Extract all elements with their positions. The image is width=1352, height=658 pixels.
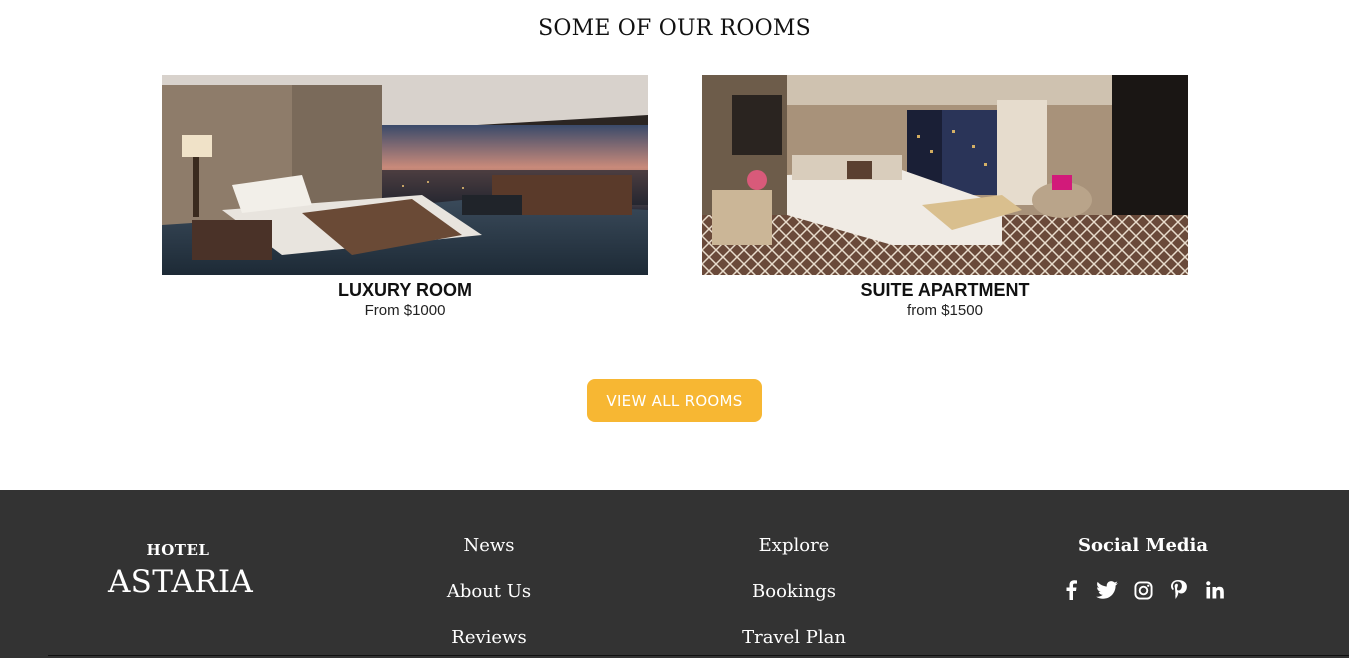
view-all-rooms-button[interactable]: VIEW ALL ROOMS — [587, 379, 762, 422]
social-icons — [1033, 579, 1253, 601]
brand-main-text: ASTARIA — [108, 564, 254, 600]
brand-top-text: HOTEL — [146, 541, 210, 559]
footer-link-news[interactable]: News — [379, 533, 599, 579]
footer-link-travel-plan[interactable]: Travel Plan — [684, 625, 904, 658]
room-card-luxury[interactable]: LUXURY ROOM From $1000 — [162, 75, 648, 321]
footer-link-reviews[interactable]: Reviews — [379, 625, 599, 658]
footer: HOTEL ASTARIA News About Us Reviews Expl… — [0, 490, 1349, 658]
room-price: From $1000 — [364, 302, 446, 319]
pinterest-icon[interactable] — [1168, 579, 1190, 601]
social-media: Social Media — [1033, 533, 1253, 601]
instagram-icon[interactable] — [1132, 579, 1154, 601]
brand-logo[interactable]: HOTEL ASTARIA — [108, 540, 254, 602]
room-photo-suite[interactable] — [702, 75, 1188, 275]
footer-links-column-2: Explore Bookings Travel Plan — [684, 533, 904, 658]
section-title: SOME OF OUR ROOMS — [538, 16, 811, 41]
linkedin-icon[interactable] — [1204, 579, 1226, 601]
footer-link-about-us[interactable]: About Us — [379, 579, 599, 625]
room-price: from $1500 — [907, 302, 983, 319]
room-name: SUITE APARTMENT — [860, 280, 1030, 300]
twitter-icon[interactable] — [1096, 579, 1118, 601]
room-card-suite[interactable]: SUITE APARTMENT from $1500 — [702, 75, 1188, 321]
facebook-icon[interactable] — [1060, 579, 1082, 601]
footer-link-bookings[interactable]: Bookings — [684, 579, 904, 625]
room-photo-luxury[interactable] — [162, 75, 648, 275]
footer-link-explore[interactable]: Explore — [684, 533, 904, 579]
social-media-title: Social Media — [1077, 535, 1209, 556]
footer-links-column-1: News About Us Reviews — [379, 533, 599, 658]
room-name: LUXURY ROOM — [337, 280, 472, 300]
